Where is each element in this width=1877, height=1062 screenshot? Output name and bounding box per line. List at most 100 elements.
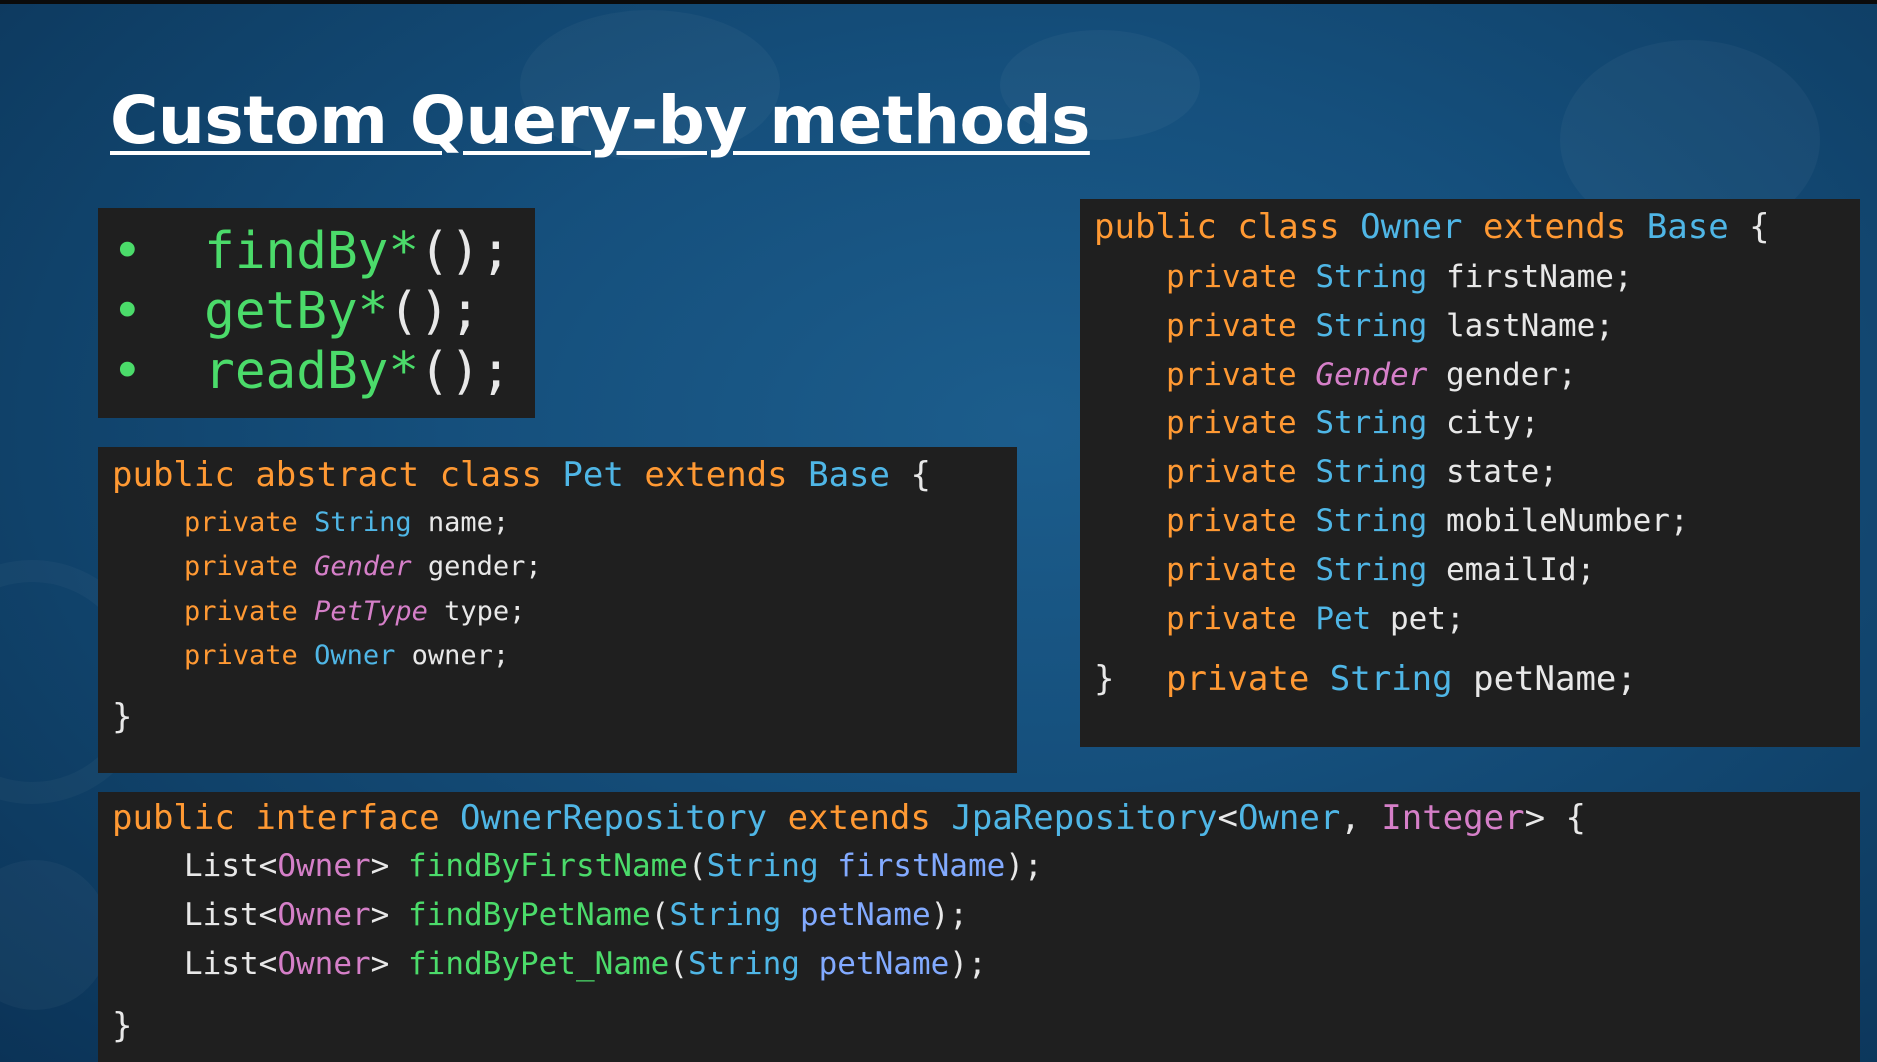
- list-item: • findBy*();: [112, 222, 511, 281]
- field-type: String: [1315, 405, 1428, 441]
- punct: ;: [525, 551, 542, 582]
- generic-type: Owner: [277, 897, 371, 933]
- keyword: extends: [644, 455, 788, 495]
- keyword: class: [1237, 207, 1340, 247]
- punct: >: [370, 897, 390, 933]
- param-type: String: [669, 897, 782, 933]
- modifier: private: [1166, 503, 1297, 539]
- punct: (: [650, 897, 670, 933]
- keyword: abstract: [255, 455, 420, 495]
- field-type: Pet: [1315, 601, 1372, 637]
- base-interface: JpaRepository: [951, 798, 1218, 838]
- closing-brace: }: [1094, 659, 1114, 699]
- field-name: petName: [1473, 659, 1617, 699]
- modifier: private: [184, 507, 298, 538]
- brace: }: [112, 697, 133, 737]
- keyword: interface: [255, 798, 440, 838]
- base-class: Base: [1646, 207, 1729, 247]
- method-name: findBy: [204, 222, 389, 281]
- punct: ;: [1616, 659, 1637, 699]
- slide-title: Custom Query-by methods: [110, 82, 1090, 159]
- field-line: private Pet pet;: [1166, 601, 1465, 637]
- list-item: • getBy*();: [112, 282, 481, 341]
- keyword: extends: [787, 798, 931, 838]
- punct: );: [949, 946, 987, 982]
- punct: ;: [1557, 357, 1577, 393]
- punct: ;: [1613, 259, 1633, 295]
- field-line: private String firstName;: [1166, 259, 1633, 295]
- pet-class-code: public abstract class Pet extends Base {…: [98, 447, 1017, 773]
- punct: <: [258, 897, 278, 933]
- field-name: mobileNumber: [1445, 503, 1670, 539]
- owner-class-code: public class Owner extends Base { privat…: [1080, 199, 1860, 747]
- field-name: city: [1445, 405, 1521, 441]
- generic-type: Owner: [277, 946, 371, 982]
- field-type: String: [1315, 259, 1428, 295]
- field-name: type: [444, 596, 510, 627]
- punct: (: [687, 848, 707, 884]
- punct: <: [1217, 798, 1238, 838]
- keyword: public: [112, 798, 235, 838]
- field-name: name: [427, 507, 493, 538]
- list-item: • readBy*();: [112, 342, 511, 401]
- modifier: private: [1166, 552, 1297, 588]
- brace: }: [112, 1006, 133, 1046]
- query-prefix-list: • findBy*(); • getBy*(); • readBy*();: [98, 208, 535, 418]
- method-line: List<Owner> findByPet_Name(String petNam…: [184, 946, 987, 982]
- interface-name: OwnerRepository: [460, 798, 768, 838]
- param-name: firstName: [837, 848, 1006, 884]
- field-line: private String city;: [1166, 405, 1539, 441]
- method-name: getBy: [204, 282, 358, 341]
- punct: ;: [1539, 454, 1558, 490]
- closing-brace: }: [112, 697, 132, 737]
- brace: {: [1565, 798, 1587, 838]
- bullet: •: [112, 222, 143, 281]
- method-name: findByFirstName: [408, 848, 688, 884]
- keyword: public: [112, 455, 235, 495]
- punct: >: [1524, 798, 1546, 838]
- field-name: emailId: [1445, 552, 1577, 588]
- field-type: String: [1315, 454, 1428, 490]
- param-type: String: [687, 946, 800, 982]
- punct: >: [370, 946, 390, 982]
- method-line: List<Owner> findByFirstName(String first…: [184, 848, 1043, 884]
- field-type: String: [1315, 552, 1428, 588]
- class-declaration: public class Owner extends Base {: [1094, 207, 1770, 247]
- field-type: String: [1315, 503, 1428, 539]
- field-line: private String name;: [184, 507, 509, 538]
- class-name: Pet: [562, 455, 624, 495]
- brace: }: [1094, 659, 1115, 699]
- closing-brace: }: [112, 1006, 132, 1046]
- wildcard: *: [388, 342, 420, 401]
- field-type: Gender: [314, 551, 412, 582]
- punct: ;: [1595, 308, 1614, 344]
- bullet: •: [112, 282, 143, 341]
- brace: {: [910, 455, 931, 495]
- field-type: PetType: [314, 596, 428, 627]
- wildcard: *: [357, 282, 389, 341]
- generic-type: Owner: [277, 848, 371, 884]
- param-type: String: [706, 848, 819, 884]
- punct: >: [370, 848, 390, 884]
- punct: );: [1005, 848, 1043, 884]
- punct: ();: [419, 222, 512, 281]
- interface-declaration: public interface OwnerRepository extends…: [112, 798, 1586, 838]
- field-type: String: [1315, 308, 1428, 344]
- punct: ();: [419, 342, 512, 401]
- top-bar: [0, 0, 1877, 4]
- modifier: private: [1166, 308, 1297, 344]
- return-type: List: [184, 946, 259, 982]
- modifier: private: [1166, 357, 1297, 393]
- field-name: state: [1445, 454, 1540, 490]
- class-declaration: public abstract class Pet extends Base {: [112, 455, 931, 495]
- punct: );: [930, 897, 968, 933]
- generic-type: Owner: [1237, 798, 1341, 838]
- punct: ;: [492, 507, 510, 538]
- punct: <: [258, 946, 278, 982]
- field-line: private String lastName;: [1166, 308, 1614, 344]
- class-name: Owner: [1360, 207, 1463, 247]
- modifier: private: [184, 596, 298, 627]
- punct: ;: [492, 640, 510, 671]
- modifier: private: [184, 551, 298, 582]
- punct: ;: [1669, 503, 1689, 539]
